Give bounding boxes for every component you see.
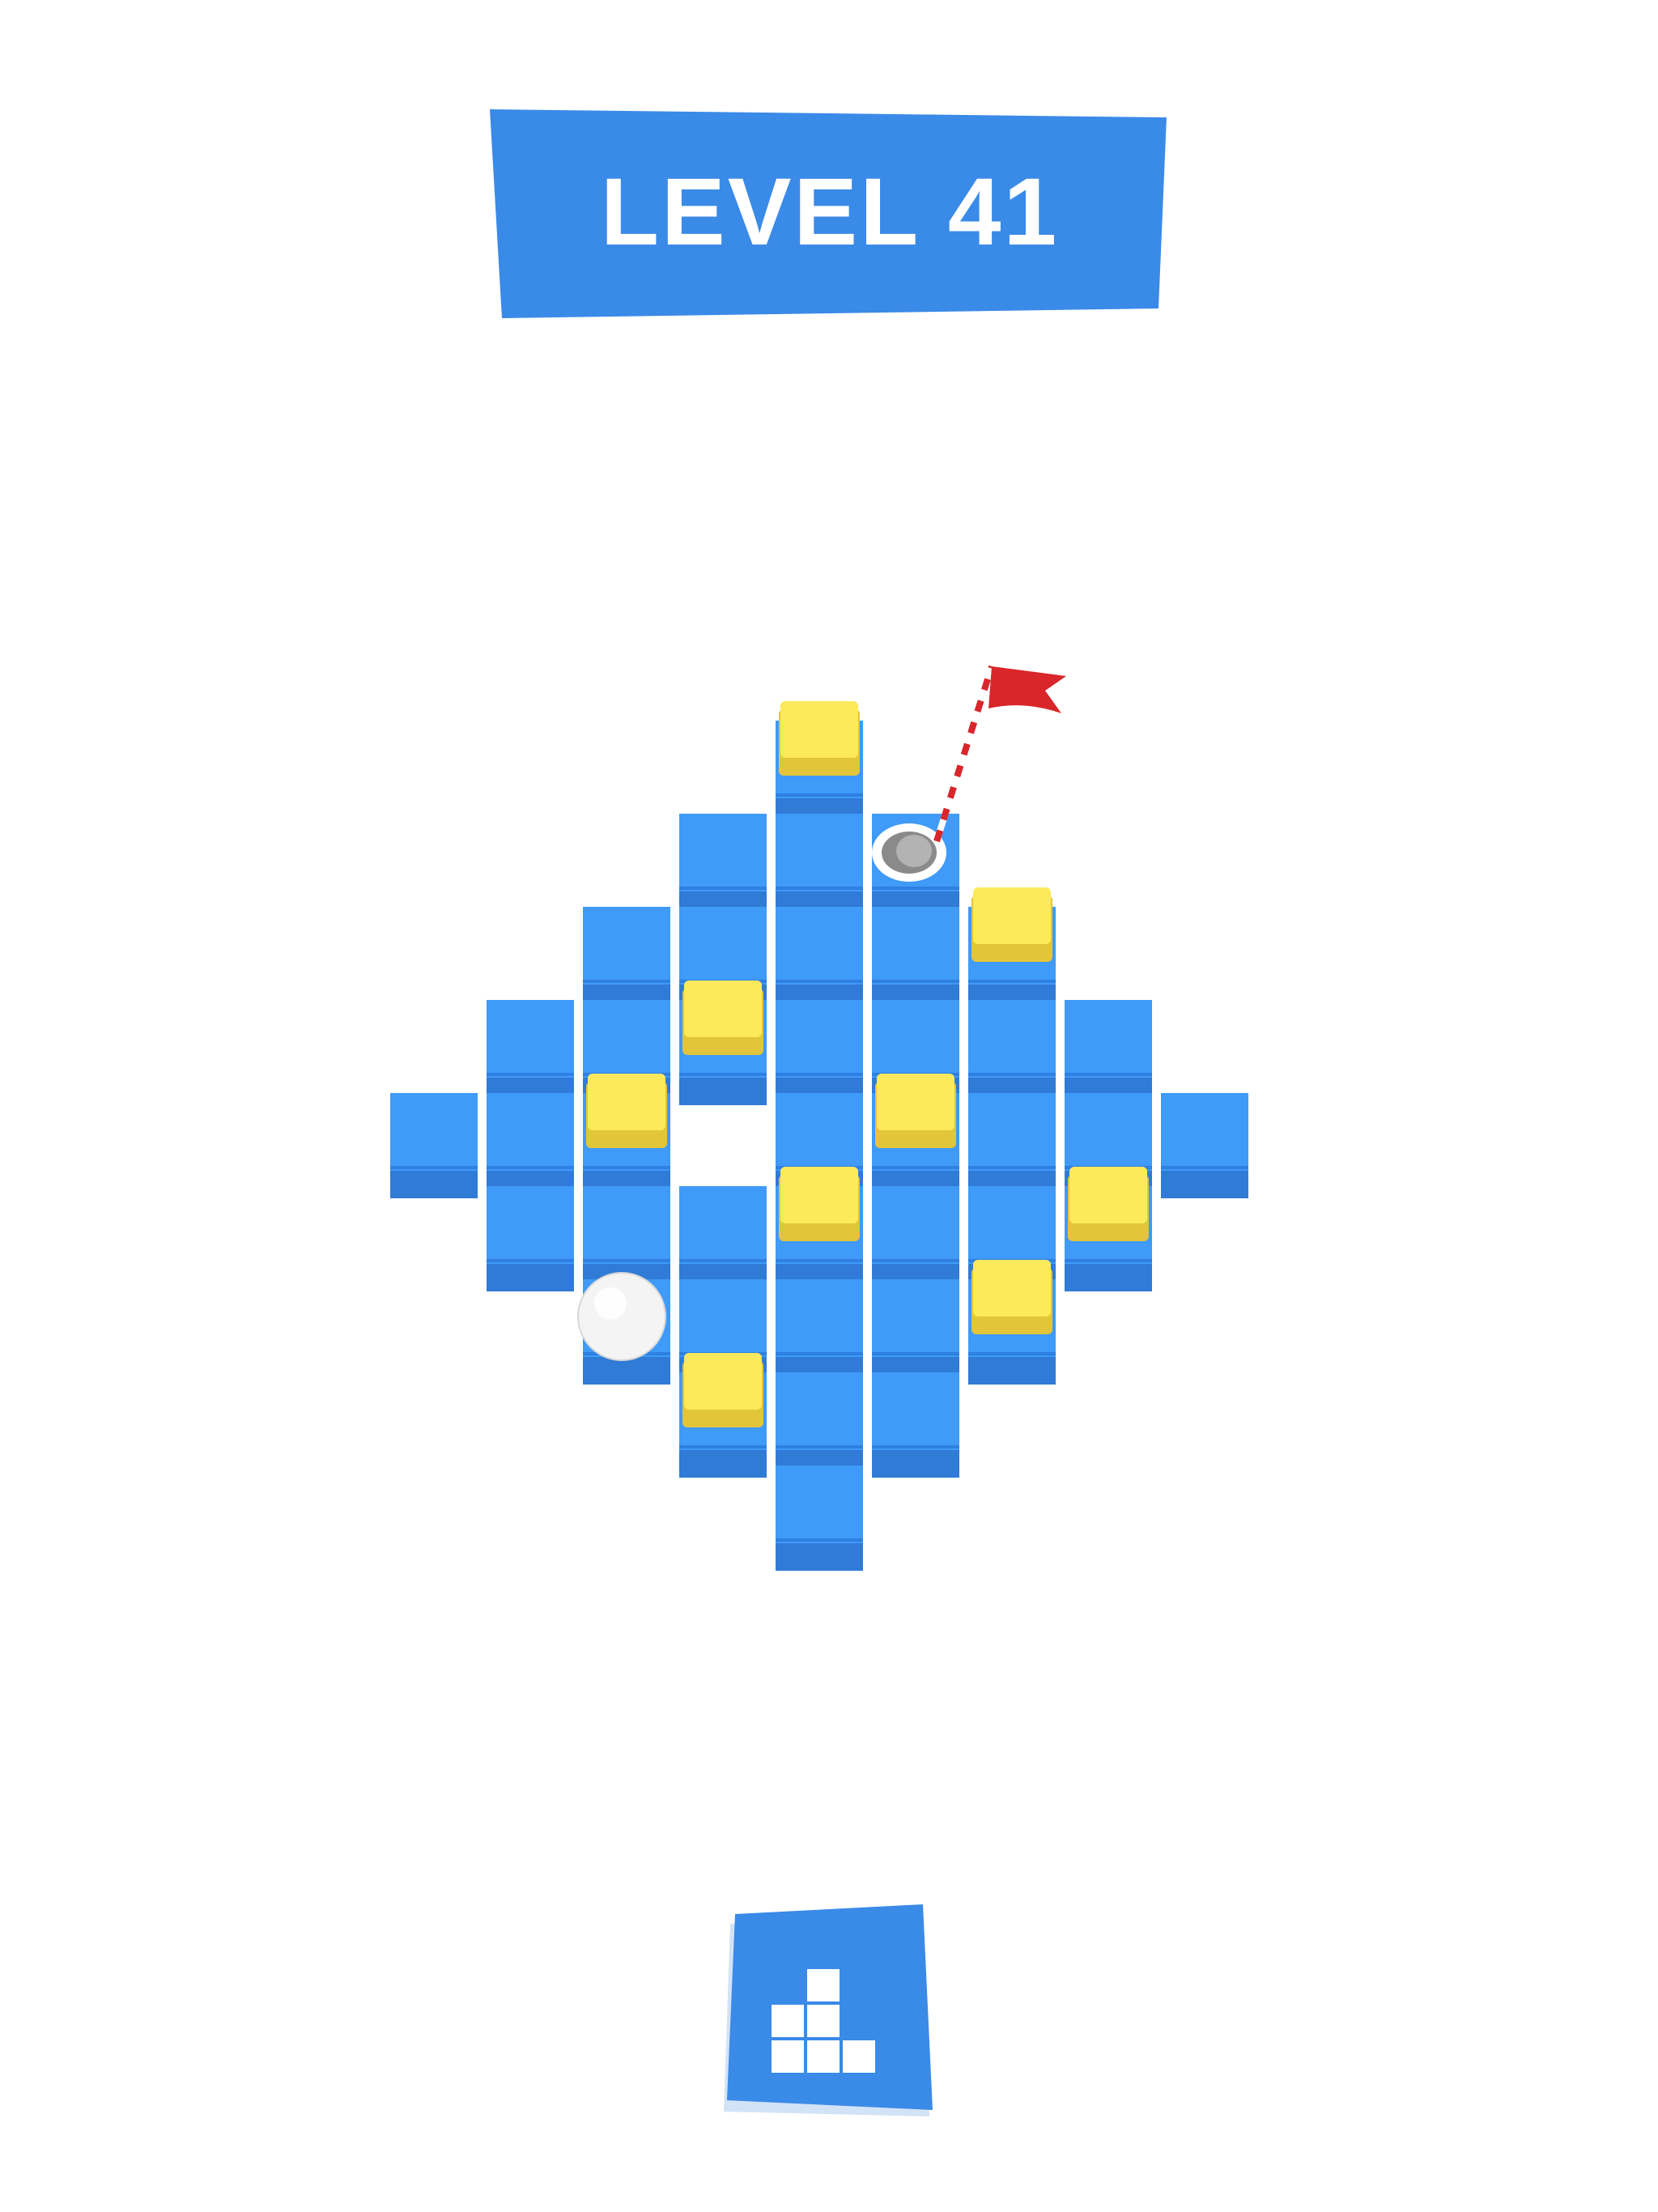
board-tile [872,1279,959,1385]
tile-top [776,907,863,985]
tile-side [1065,1261,1152,1291]
tile-top [1161,1093,1248,1171]
tile-side [776,1540,863,1571]
board-tile [872,1186,959,1291]
tile-side [679,1447,767,1478]
tile-side [1161,1168,1248,1198]
tile-side [968,1354,1056,1385]
board-tile [679,1186,767,1291]
yellow-block-top [588,1074,665,1130]
golf-ball-icon [577,1272,666,1361]
yellow-block-top [973,887,1051,944]
board-tile [776,1279,863,1385]
yellow-block [875,1074,956,1148]
board-tile [1161,1093,1248,1198]
yellow-block-top [684,981,762,1037]
tile-top [776,1465,863,1543]
tile-side [390,1168,478,1198]
board-tile [1065,1000,1152,1105]
board-tile [968,1093,1056,1198]
yellow-block-top [780,701,858,758]
tile-side [679,1074,767,1105]
board-tile [872,1372,959,1478]
yellow-block [971,1260,1052,1334]
ball-body [577,1272,666,1361]
yellow-block [779,1167,860,1241]
tile-top [968,1000,1056,1078]
tile-top [487,1186,574,1264]
board-tile [583,907,670,1012]
tile-side [487,1261,574,1291]
tile-top [679,814,767,891]
yellow-block [586,1074,667,1148]
yellow-block [682,1353,763,1427]
board-tile [776,907,863,1012]
yellow-block-top [973,1260,1051,1317]
tile-top [1065,1093,1152,1171]
tile-top [1065,1000,1152,1078]
hole-inner [896,835,932,867]
board-tile [390,1093,478,1198]
tile-top [872,907,959,985]
tile-top [583,907,670,985]
board-tile [487,1000,574,1105]
yellow-block-top [877,1074,954,1130]
tile-top [968,1093,1056,1171]
yellow-block [682,981,763,1055]
yellow-block [971,887,1052,962]
tile-top [487,1000,574,1078]
tile-top [872,1186,959,1264]
yellow-block-top [780,1167,858,1223]
tile-top [776,1372,863,1450]
board-tile [872,907,959,1012]
tile-top [583,1186,670,1264]
board-tile [487,1093,574,1198]
tile-top [679,1279,767,1357]
ball-highlight [594,1287,627,1320]
board-tile [679,814,767,919]
board-tile [776,1372,863,1478]
tile-top [872,1000,959,1078]
board-tile [776,1465,863,1571]
golf-hole-icon [872,823,946,882]
tile-top [872,1372,959,1450]
yellow-block [779,701,860,776]
tile-top [487,1093,574,1171]
tile-top [776,1093,863,1171]
tile-top [679,907,767,985]
yellow-block-top [684,1353,762,1410]
yellow-block [1068,1167,1149,1241]
game-board[interactable] [0,0,1658,2212]
flag-cloth [988,666,1066,713]
yellow-block-top [1069,1167,1147,1223]
tile-top [583,1000,670,1078]
tile-top [776,1279,863,1357]
board-tile [776,814,863,919]
board-tile [487,1186,574,1291]
bar-chart-blocks-icon [724,1904,933,2116]
tile-top [968,1186,1056,1264]
levels-menu-button[interactable] [724,1904,934,2131]
board-tile [968,1000,1056,1105]
tile-top [390,1093,478,1171]
tile-top [872,1279,959,1357]
board-tile [776,1000,863,1105]
tile-side [872,1447,959,1478]
tile-top [679,1186,767,1264]
tile-top [776,1000,863,1078]
tile-top [776,814,863,891]
